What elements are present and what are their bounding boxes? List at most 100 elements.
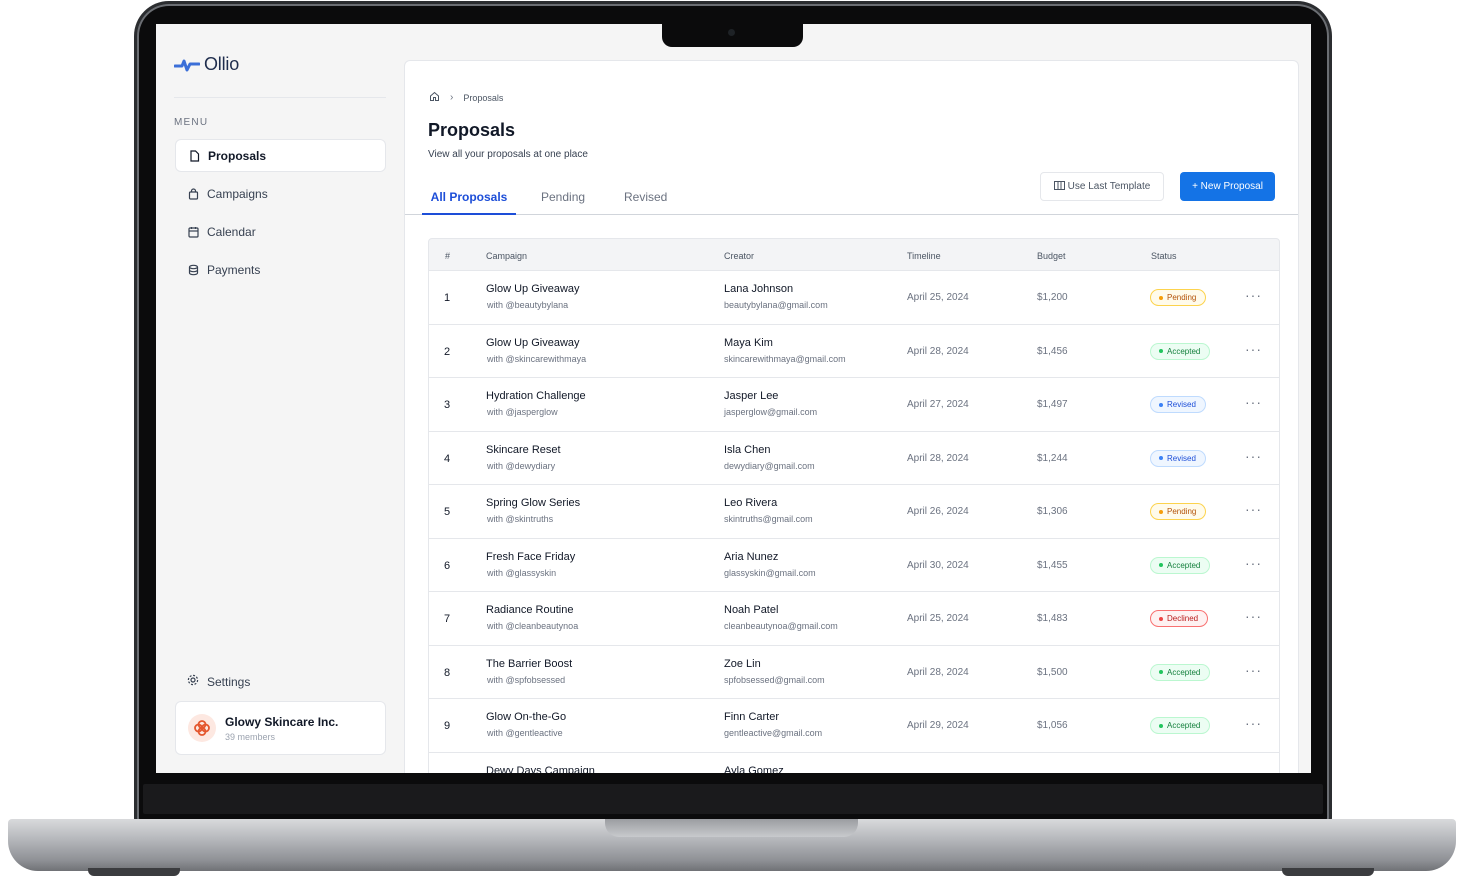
campaign-handle: with @cleanbeautynoa — [487, 621, 579, 631]
status-dot — [1159, 670, 1163, 674]
table-row[interactable]: 1 Glow Up Giveaway with @beautybylana Lana … — [428, 271, 1280, 325]
campaign-name[interactable]: Hydration Challenge — [486, 390, 586, 402]
status-dot — [1159, 349, 1163, 353]
status-badge: Declined — [1150, 610, 1209, 627]
campaign-name[interactable]: Glow On-the-Go — [486, 711, 566, 723]
campaign-handle: with @dewydiary — [487, 460, 556, 471]
status-dot — [1159, 723, 1163, 728]
more-options-icon[interactable]: ··· — [1245, 608, 1262, 624]
tab-all-proposals[interactable]: All Proposals — [422, 190, 516, 215]
table-row[interactable]: 4 Skincare Reset with @dewydiary Isla Chen d… — [428, 431, 1280, 485]
table-row[interactable]: 2 Glow Up Giveaway with @skincarewithmaya M… — [428, 324, 1280, 378]
org-members: 39 members — [225, 731, 276, 742]
creator-email: skintruths@gmail.com — [724, 514, 813, 524]
laptop-foot — [1282, 868, 1374, 876]
status-label: Revised — [1167, 400, 1196, 409]
timeline-date: April 28, 2024 — [907, 666, 969, 678]
sidebar-item-proposals[interactable]: Proposals — [175, 139, 386, 172]
creator-name[interactable]: Ayla Gomez — [724, 765, 784, 774]
table-row[interactable]: 8 The Barrier Boost with @spfobsessed Zoe L… — [428, 645, 1280, 699]
budget-value: $1,056 — [1037, 720, 1068, 731]
breadcrumb: › Proposals — [429, 91, 503, 104]
status-badge: Accepted — [1150, 342, 1211, 360]
table-row[interactable]: 6 Fresh Face Friday with @glassyskin Aria N… — [428, 538, 1280, 592]
status-badge: Revised — [1150, 396, 1206, 413]
sidebar-item-calendar[interactable]: Calendar — [175, 215, 386, 248]
campaign-name[interactable]: Glow Up Giveaway — [486, 337, 580, 349]
creator-name[interactable]: Finn Carter — [724, 711, 779, 723]
more-options-icon[interactable]: ··· — [1245, 394, 1262, 410]
more-options-icon[interactable]: ··· — [1245, 341, 1262, 357]
campaign-handle: with @glassyskin — [487, 567, 557, 578]
coins-icon — [187, 264, 199, 276]
budget-value: $1,497 — [1037, 399, 1068, 410]
budget-value: $1,306 — [1037, 506, 1068, 517]
status-label: Pending — [1167, 293, 1197, 302]
column-header-creator[interactable]: Creator — [724, 251, 754, 261]
more-options-icon[interactable]: ··· — [1245, 448, 1262, 464]
campaign-handle: with @spfobsessed — [487, 674, 566, 685]
column-header-status[interactable]: Status — [1151, 251, 1177, 261]
campaign-name[interactable]: Radiance Routine — [486, 604, 573, 616]
more-options-icon[interactable]: ··· — [1245, 555, 1262, 571]
creator-name[interactable]: Isla Chen — [724, 444, 770, 456]
sidebar-item-label: Campaigns — [207, 186, 268, 201]
campaign-name[interactable]: Skincare Reset — [486, 444, 561, 456]
table-body: 1 Glow Up Giveaway with @beautybylana Lana … — [428, 271, 1280, 773]
page-title: Proposals — [428, 120, 516, 140]
row-number: 2 — [444, 345, 451, 358]
settings-link[interactable]: Settings — [187, 674, 250, 689]
sidebar: Ollio MENU Proposals Campaigns Calendar … — [156, 24, 404, 773]
table-row[interactable]: 5 Spring Glow Series with @skintruths Leo R… — [428, 485, 1280, 539]
home-icon[interactable] — [429, 91, 440, 104]
table-row[interactable]: 3 Hydration Challenge with @jasperglow Jasp… — [428, 378, 1280, 432]
tab-revised[interactable]: Revised — [624, 190, 667, 215]
sidebar-item-campaigns[interactable]: Campaigns — [175, 177, 386, 210]
timeline-date: April 27, 2024 — [907, 399, 969, 410]
campaign-name[interactable]: Fresh Face Friday — [486, 551, 575, 563]
campaign-name[interactable]: Glow Up Giveaway — [486, 283, 580, 295]
org-switcher[interactable]: Glowy Skincare Inc. 39 members — [175, 701, 386, 755]
status-dot — [1159, 563, 1163, 567]
status-dot — [1159, 616, 1163, 621]
row-number: 3 — [444, 399, 451, 411]
campaign-handle: with @gentleactive — [487, 728, 563, 738]
status-dot — [1159, 402, 1163, 407]
row-number: 4 — [444, 452, 451, 465]
column-header-budget[interactable]: Budget — [1037, 251, 1066, 261]
creator-name[interactable]: Maya Kim — [724, 337, 773, 349]
campaign-handle: with @beautybylana — [487, 300, 569, 310]
creator-name[interactable]: Leo Rivera — [724, 497, 777, 509]
status-label: Accepted — [1167, 560, 1201, 570]
column-header-campaign[interactable]: Campaign — [486, 251, 527, 261]
creator-email: glassyskin@gmail.com — [724, 567, 816, 578]
more-options-icon[interactable]: ··· — [1245, 501, 1262, 517]
creator-name[interactable]: Noah Patel — [724, 604, 778, 616]
creator-name[interactable]: Jasper Lee — [724, 390, 778, 402]
timeline-date: April 25, 2024 — [907, 292, 969, 303]
sidebar-item-payments[interactable]: Payments — [175, 253, 386, 286]
more-options-icon[interactable]: ··· — [1245, 715, 1262, 731]
table-row[interactable]: 7 Radiance Routine with @cleanbeautynoa Noa… — [428, 592, 1280, 646]
row-number: 6 — [444, 559, 451, 572]
creator-email: skincarewithmaya@gmail.com — [724, 353, 846, 364]
status-badge: Accepted — [1150, 717, 1211, 734]
more-options-icon[interactable]: ··· — [1245, 287, 1262, 303]
menu-label: MENU — [174, 117, 209, 128]
tab-pending[interactable]: Pending — [541, 190, 585, 215]
more-options-icon[interactable]: ··· — [1245, 662, 1262, 678]
table-row[interactable]: 10Dewy Days CampaignAyla Gomez — [428, 752, 1280, 774]
sidebar-divider — [174, 97, 386, 98]
campaign-name[interactable]: The Barrier Boost — [486, 658, 572, 670]
column-header-timeline[interactable]: Timeline — [907, 251, 941, 261]
creator-name[interactable]: Aria Nunez — [724, 551, 778, 563]
laptop-groove — [605, 819, 858, 837]
creator-email: jasperglow@gmail.com — [724, 407, 818, 417]
creator-name[interactable]: Zoe Lin — [724, 658, 761, 670]
breadcrumb-current: Proposals — [463, 92, 504, 103]
creator-name[interactable]: Lana Johnson — [724, 283, 793, 295]
table-row[interactable]: 9 Glow On-the-Go with @gentleactive Finn Ca… — [428, 699, 1280, 753]
campaign-name[interactable]: Spring Glow Series — [486, 497, 580, 509]
app-logo[interactable]: Ollio — [174, 54, 239, 75]
campaign-name[interactable]: Dewy Days Campaign — [486, 765, 595, 774]
